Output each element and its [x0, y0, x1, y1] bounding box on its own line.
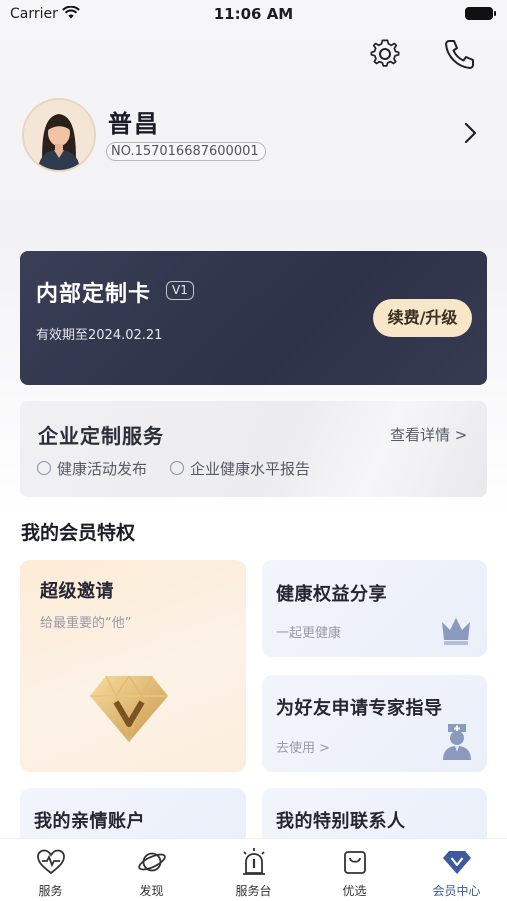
bottom-nav: 服务 发现 服务台 优选 会员中心	[0, 838, 507, 901]
enterprise-service-card[interactable]	[20, 401, 487, 497]
nav-label: 会员中心	[432, 884, 481, 898]
nav-label: 服务台	[235, 884, 272, 898]
user-portrait-icon	[24, 100, 94, 170]
check-circle-icon	[37, 461, 51, 475]
nav-item-service[interactable]: 服务	[0, 839, 101, 901]
tile-title: 健康权益分享	[276, 584, 387, 605]
section-title: 我的会员特权	[21, 522, 136, 544]
tile-title: 超级邀请	[40, 581, 114, 602]
tile-title: 为好友申请专家指导	[276, 698, 443, 719]
heart-pulse-icon	[37, 849, 65, 875]
tile-subtitle: 一起更健康	[276, 626, 342, 641]
tile-title: 我的特别联系人	[276, 811, 406, 832]
nav-label: 优选	[342, 884, 367, 898]
card-title: 内部定制卡	[36, 282, 152, 307]
enterprise-item-label: 健康活动发布	[57, 460, 148, 478]
card-valid-until: 有效期至2024.02.21	[36, 328, 163, 343]
user-name: 普昌	[108, 110, 160, 138]
tile-subtitle: 给最重要的“他”	[40, 616, 132, 631]
chevron-right-icon[interactable]	[463, 121, 479, 145]
alarm-light-icon	[243, 848, 265, 875]
enterprise-item: 健康活动发布	[37, 458, 147, 479]
doctor-icon	[443, 724, 471, 760]
check-circle-icon	[170, 461, 184, 475]
diamond-icon	[443, 851, 471, 874]
planet-icon	[138, 852, 166, 872]
enterprise-item-label: 企业健康水平报告	[190, 460, 311, 478]
gear-icon[interactable]	[368, 37, 402, 71]
nav-item-selection[interactable]: 优选	[304, 839, 405, 901]
crown-icon	[442, 618, 470, 645]
gold-diamond-icon	[90, 675, 168, 743]
phone-icon[interactable]	[443, 37, 477, 71]
enterprise-item: 企业健康水平报告	[170, 458, 310, 479]
tile-title: 我的亲情账户	[34, 811, 145, 832]
nav-item-member-center[interactable]: 会员中心	[406, 839, 507, 901]
nav-item-discover[interactable]: 发现	[101, 839, 202, 901]
status-bar: Carrier 11:06 AM	[0, 0, 507, 28]
tile-subtitle[interactable]: 去使用 >	[276, 737, 330, 756]
nav-label: 发现	[139, 884, 164, 898]
card-level-badge: V1	[166, 281, 194, 300]
view-details-link[interactable]: 查看详情 >	[390, 424, 467, 445]
renew-upgrade-button[interactable]: 续费/升级	[373, 299, 472, 337]
enterprise-title: 企业定制服务	[38, 424, 164, 448]
battery-icon	[465, 7, 496, 20]
clock: 11:06 AM	[213, 5, 294, 23]
member-number-badge: NO.157016687600001	[106, 142, 266, 161]
avatar[interactable]	[22, 98, 96, 172]
nav-item-service-desk[interactable]: 服务台	[203, 839, 304, 901]
nav-label: 服务	[38, 884, 63, 898]
shopping-bag-icon	[344, 851, 366, 874]
